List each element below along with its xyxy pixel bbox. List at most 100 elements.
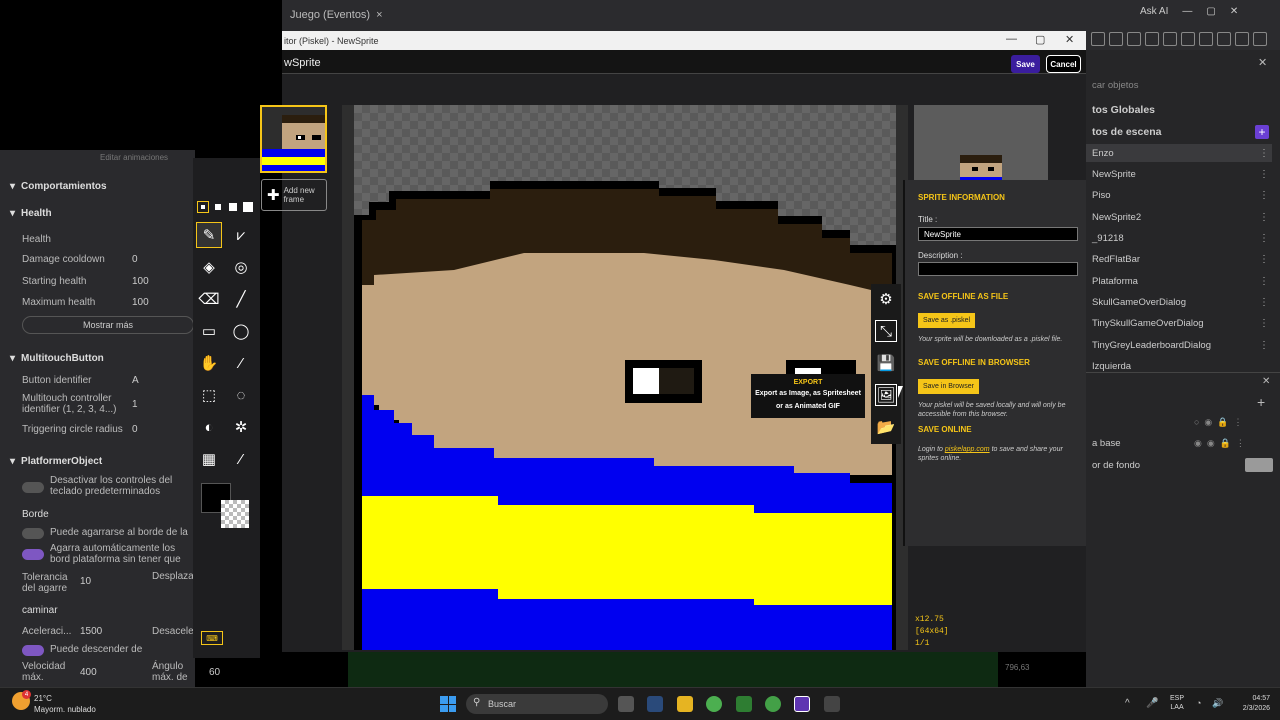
window-maximize-icon[interactable]: ▢: [1035, 33, 1045, 46]
more-options-icon[interactable]: ⋮: [1259, 276, 1269, 287]
rect-select-icon[interactable]: ⬚: [196, 382, 222, 408]
task-view-icon[interactable]: [618, 696, 634, 712]
layer-visibility-icon[interactable]: ○ ◉ 🔒 ⋮: [1194, 417, 1243, 428]
resize-icon[interactable]: ⤡: [875, 320, 897, 342]
more-options-icon[interactable]: ⋮: [1259, 233, 1269, 244]
button-id-field[interactable]: A: [132, 375, 139, 386]
save-icon[interactable]: 💾: [875, 352, 897, 374]
damage-cooldown-field[interactable]: 0: [132, 254, 138, 265]
more-options-icon[interactable]: ⋮: [1259, 340, 1269, 351]
volume-icon[interactable]: 🔊: [1212, 698, 1223, 709]
object-item[interactable]: Izquierda: [1092, 361, 1131, 371]
save-browser-button[interactable]: Save in Browser: [918, 379, 979, 394]
accel-field[interactable]: 1500: [80, 626, 102, 637]
add-layer-icon[interactable]: +: [1257, 394, 1265, 410]
language-indicator[interactable]: ESP LAA: [1170, 694, 1184, 712]
add-object-button[interactable]: +: [1255, 125, 1269, 139]
checker-icon[interactable]: ▦: [196, 446, 222, 472]
tab-close-icon[interactable]: ×: [376, 9, 382, 21]
windows-start-icon[interactable]: [440, 696, 456, 712]
secondary-color-swatch[interactable]: [221, 500, 249, 528]
angle-field[interactable]: 60: [209, 667, 220, 678]
pen-tool-icon[interactable]: ✎: [196, 222, 222, 248]
zoom-icon[interactable]: [1199, 32, 1213, 46]
frame-thumbnail[interactable]: [260, 105, 327, 173]
object-item[interactable]: RedFlatBar: [1092, 254, 1140, 265]
paint-bucket-icon[interactable]: ◈: [196, 254, 222, 280]
eyedropper-icon[interactable]: ⁄: [228, 446, 254, 472]
global-objects-header[interactable]: tos Globales: [1092, 104, 1155, 116]
object-item[interactable]: Enzo: [1092, 148, 1114, 159]
more-options-icon[interactable]: ⋮: [1259, 254, 1269, 265]
ellipse-icon[interactable]: ◯: [228, 318, 254, 344]
max-health-field[interactable]: 100: [132, 297, 149, 308]
note-icon[interactable]: [1253, 32, 1267, 46]
minimize-icon[interactable]: —: [1182, 6, 1192, 17]
app-icon[interactable]: [736, 696, 752, 712]
layer-item[interactable]: a base: [1092, 438, 1121, 449]
object-item[interactable]: Piso: [1092, 190, 1110, 201]
close-icon[interactable]: ✕: [1258, 56, 1267, 69]
lighten-icon[interactable]: ◐: [196, 414, 222, 440]
more-options-icon[interactable]: ⋮: [1259, 169, 1269, 180]
snipping-tool-icon[interactable]: [824, 696, 840, 712]
stroke-icon[interactable]: ╱: [228, 286, 254, 312]
object-search[interactable]: car objetos: [1092, 80, 1138, 91]
more-options-icon[interactable]: ⋮: [1259, 190, 1269, 201]
pen-size-selector[interactable]: [197, 201, 254, 213]
window-minimize-icon[interactable]: —: [1006, 33, 1017, 45]
object-item[interactable]: SkullGameOverDialog: [1092, 297, 1186, 308]
object-item[interactable]: NewSprite2: [1092, 212, 1141, 223]
save-button[interactable]: Save: [1011, 55, 1040, 73]
more-options-icon[interactable]: ⋮: [1259, 318, 1269, 329]
show-more-button[interactable]: Mostrar más: [22, 316, 194, 334]
pen-size-2[interactable]: [212, 201, 224, 213]
layer-visibility-icon[interactable]: ◉ ◉ 🔒 ⋮: [1194, 438, 1245, 449]
steam-icon[interactable]: [647, 696, 663, 712]
more-options-icon[interactable]: ⋮: [1259, 297, 1269, 308]
grab-edge-toggle[interactable]: [22, 528, 44, 539]
pen-size-1[interactable]: [197, 201, 209, 213]
description-input[interactable]: [918, 262, 1078, 276]
tolerance-field[interactable]: 10: [80, 576, 91, 587]
chrome-profile-icon[interactable]: [765, 696, 781, 712]
open-folder-icon[interactable]: 📂: [875, 416, 897, 438]
descend-toggle[interactable]: [22, 645, 44, 656]
object-item[interactable]: Plataforma: [1092, 276, 1138, 287]
mirror-pen-icon[interactable]: ⩗: [228, 222, 254, 248]
title-input[interactable]: NewSprite: [918, 227, 1078, 241]
starting-health-field[interactable]: 100: [132, 276, 149, 287]
layers-icon[interactable]: [1127, 32, 1141, 46]
expand-icon[interactable]: [1235, 32, 1249, 46]
ask-ai-area[interactable]: Ask AI — ▢ ✕: [1140, 6, 1238, 17]
more-options-icon[interactable]: ⋮: [1259, 212, 1269, 223]
lasso-select-icon[interactable]: ◌: [228, 382, 254, 408]
gdevelop-icon[interactable]: [794, 696, 810, 712]
close-icon[interactable]: ✕: [1262, 376, 1270, 387]
clock[interactable]: 04:57 2/3/2026: [1230, 694, 1270, 714]
close-icon[interactable]: ✕: [1230, 6, 1238, 17]
speed-field[interactable]: 400: [80, 667, 97, 678]
gear-icon[interactable]: ⚙: [875, 288, 897, 310]
file-explorer-icon[interactable]: [677, 696, 693, 712]
background-color-swatch[interactable]: [1245, 458, 1273, 472]
object-item[interactable]: TinyGreyLeaderboardDialog: [1092, 340, 1211, 351]
disable-keys-toggle[interactable]: [22, 482, 44, 493]
eraser-icon[interactable]: ⌫: [196, 286, 222, 312]
piskelapp-link[interactable]: piskelapp.com: [945, 446, 990, 453]
save-piskel-button[interactable]: Save as .piskel: [918, 313, 976, 328]
export-image-icon[interactable]: 🖼: [875, 384, 897, 406]
controller-id-field[interactable]: 1: [132, 399, 138, 410]
list-icon[interactable]: [1109, 32, 1123, 46]
ask-ai-button[interactable]: Ask AI: [1140, 6, 1168, 17]
trash-icon[interactable]: [1217, 32, 1231, 46]
multitouch-header[interactable]: ▾ MultitouchButton: [10, 353, 104, 364]
wifi-icon[interactable]: ◔: [1196, 698, 1201, 708]
scene-objects-header[interactable]: tos de escena: [1092, 126, 1161, 138]
tab-juego-eventos[interactable]: Juego (Eventos) ×: [284, 5, 389, 25]
auto-grab-toggle[interactable]: [22, 549, 44, 560]
move-hand-icon[interactable]: ✋: [196, 350, 222, 376]
circle-radius-field[interactable]: 0: [132, 424, 138, 435]
rectangle-icon[interactable]: ▭: [196, 318, 222, 344]
keyboard-icon[interactable]: ⌨: [201, 631, 223, 645]
